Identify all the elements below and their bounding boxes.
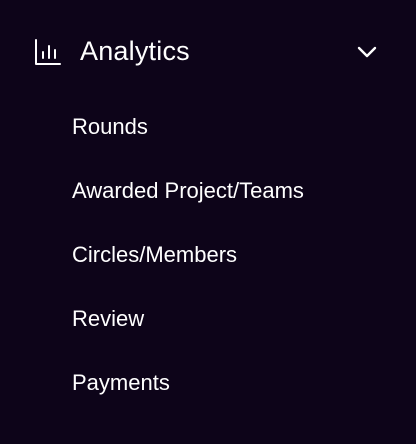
sub-item-payments[interactable]: Payments xyxy=(56,360,386,406)
analytics-group-header[interactable]: Analytics xyxy=(0,22,416,80)
sub-item-label: Payments xyxy=(72,370,170,395)
chevron-down-icon[interactable] xyxy=(354,39,380,65)
sub-item-rounds[interactable]: Rounds xyxy=(56,104,386,150)
sub-item-circles-members[interactable]: Circles/Members xyxy=(56,232,386,278)
sub-item-label: Rounds xyxy=(72,114,148,139)
analytics-group-title: Analytics xyxy=(80,36,190,66)
sub-item-label: Circles/Members xyxy=(72,242,238,267)
sub-item-label: Review xyxy=(72,306,145,331)
sub-item-awarded-project-teams[interactable]: Awarded Project/Teams xyxy=(56,168,386,214)
sub-item-review[interactable]: Review xyxy=(56,296,386,342)
sub-item-label: Awarded Project/Teams xyxy=(72,178,304,203)
analytics-nav-group: Analytics Rounds Awarded Project/Teams C… xyxy=(0,0,416,444)
bar-chart-icon xyxy=(34,38,62,66)
